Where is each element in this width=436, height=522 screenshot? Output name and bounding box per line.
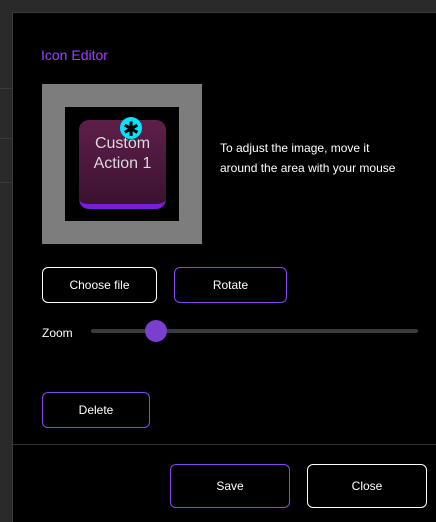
background-divider	[0, 88, 12, 89]
footer-divider	[13, 444, 436, 445]
choose-file-button[interactable]: Choose file	[42, 267, 157, 303]
asterisk-badge-icon: ✱	[120, 117, 142, 141]
delete-button[interactable]: Delete	[42, 392, 150, 428]
rotate-button[interactable]: Rotate	[174, 267, 287, 303]
zoom-label: Zoom	[42, 326, 73, 340]
adjust-hint-text: To adjust the image, move it around the …	[220, 141, 396, 175]
zoom-slider[interactable]	[91, 320, 418, 342]
close-button[interactable]: Close	[307, 464, 427, 508]
save-button[interactable]: Save	[170, 464, 290, 508]
image-adjust-area[interactable]: Custom Action 1	[42, 84, 202, 244]
zoom-slider-thumb[interactable]	[145, 320, 168, 342]
background-divider	[0, 138, 12, 139]
dialog-title: Icon Editor	[41, 47, 108, 63]
background-divider	[0, 182, 12, 183]
icon-editor-dialog: Icon Editor Custom Action 1 ✱ To adjust …	[12, 12, 436, 522]
